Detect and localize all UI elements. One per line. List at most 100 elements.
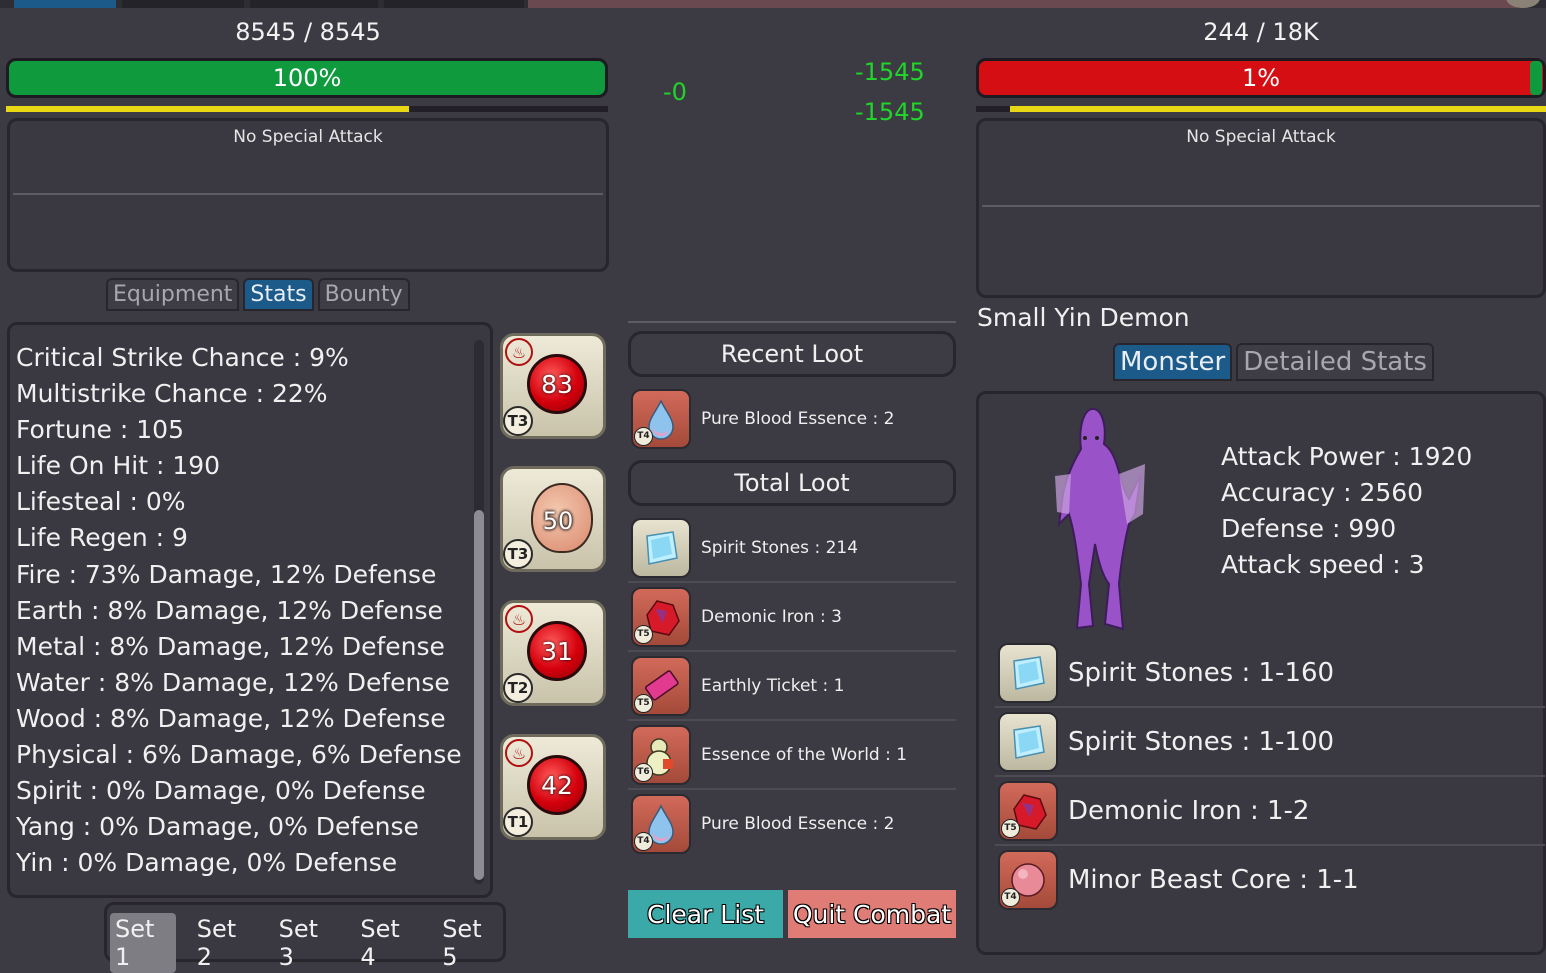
monster-stat-line: Attack Power : 1920: [1221, 442, 1473, 471]
stat-line: Wood : 8% Damage, 12% Defense: [16, 703, 446, 733]
skill-slot[interactable]: 50 T3: [500, 466, 606, 572]
clear-list-button[interactable]: Clear List: [628, 890, 783, 938]
stat-line: Metal : 8% Damage, 12% Defense: [16, 631, 445, 661]
top-tab-4[interactable]: [384, 0, 524, 8]
item-icon-frame[interactable]: T6: [631, 724, 691, 785]
item-icon-frame[interactable]: T5: [631, 586, 691, 647]
set-tab-5[interactable]: Set 5: [437, 913, 503, 973]
stat-line: Critical Strike Chance : 9%: [16, 343, 349, 372]
top-tab-2[interactable]: [122, 0, 244, 8]
skill-slot[interactable]: ♨ 83 T3: [500, 333, 606, 439]
quit-combat-button[interactable]: Quit Combat: [788, 890, 956, 938]
spirit-stone-icon: [1013, 655, 1045, 690]
player-hp-text: 8545 / 8545: [235, 18, 381, 46]
loot-row: T4 Pure Blood Essence : 2: [628, 790, 956, 857]
enemy-energy-fill: [1010, 106, 1546, 112]
monster-stat-line: Defense : 990: [1221, 514, 1397, 543]
item-icon-frame[interactable]: T4: [631, 388, 691, 449]
set-tab-1[interactable]: Set 1: [110, 913, 176, 973]
stats-list: Critical Strike Chance : 9% Multistrike C…: [16, 340, 462, 881]
item-icon-frame[interactable]: T5: [998, 780, 1058, 841]
item-name: Pure Blood Essence : 2: [701, 813, 895, 834]
stats-scroll-thumb[interactable]: [474, 510, 484, 880]
item-name: Essence of the World : 1: [701, 744, 908, 765]
item-name: Demonic Iron : 3: [701, 606, 842, 627]
item-icon-frame[interactable]: [631, 517, 691, 578]
monster-tabs: Monster Detailed Stats: [1113, 343, 1434, 381]
item-tier-badge: T4: [634, 831, 653, 851]
stat-line: Yin : 0% Damage, 0% Defense: [16, 848, 398, 878]
player-energy-bar: [6, 106, 608, 112]
total-loot-header: Total Loot: [628, 460, 956, 506]
item-icon-frame[interactable]: T4: [631, 793, 691, 854]
fire-element-icon: ♨: [505, 739, 533, 767]
loot-row: T4 Pure Blood Essence : 2: [628, 385, 956, 452]
set-tab-4[interactable]: Set 4: [355, 913, 421, 973]
tab-equipment[interactable]: Equipment: [106, 278, 240, 311]
item-name: Pure Blood Essence : 2: [701, 408, 895, 429]
loot-row: T4 Minor Beast Core : 1-1: [995, 846, 1545, 913]
loot-row: T6 Essence of the World : 1: [628, 721, 956, 790]
stats-scrollbar[interactable]: [474, 340, 484, 884]
demon-portrait: [1055, 407, 1145, 631]
item-icon-frame[interactable]: T4: [998, 849, 1058, 910]
enemy-hp-bar: 1%: [976, 58, 1546, 98]
item-icon-frame[interactable]: T5: [631, 655, 691, 716]
player-energy-fill: [6, 106, 410, 112]
enemy-special-divider: [982, 205, 1540, 207]
set-tab-2[interactable]: Set 2: [192, 913, 258, 973]
tab-monster[interactable]: Monster: [1113, 343, 1233, 381]
item-name: Spirit Stones : 1-160: [1068, 657, 1335, 688]
stat-line: Life On Hit : 190: [16, 451, 221, 481]
loot-row: T5 Earthly Ticket : 1: [628, 652, 956, 721]
item-icon-frame[interactable]: [998, 711, 1058, 772]
monster-stat-line: Attack speed : 3: [1221, 550, 1425, 579]
player-damage-number: -0: [663, 78, 687, 106]
stat-line: Physical : 6% Damage, 6% Defense: [16, 740, 462, 770]
skill-slot[interactable]: ♨ 42 T1: [500, 734, 606, 840]
item-icon-frame[interactable]: [998, 642, 1058, 703]
fire-element-icon: ♨: [505, 338, 533, 366]
set-tabs-panel: Set 1 Set 2 Set 3 Set 4 Set 5: [104, 902, 506, 973]
enemy-damage-number-1: -1545: [855, 58, 925, 86]
skill-charge-value: 83: [527, 354, 587, 414]
enemy-special-attack: No Special Attack: [1186, 127, 1336, 147]
top-tab-1[interactable]: [14, 0, 116, 8]
tab-detailed-stats[interactable]: Detailed Stats: [1236, 343, 1434, 381]
tab-bounty[interactable]: Bounty: [317, 278, 410, 311]
stat-line: Earth : 8% Damage, 12% Defense: [16, 595, 443, 625]
item-name: Minor Beast Core : 1-1: [1068, 864, 1359, 895]
recent-loot-header: Recent Loot: [628, 331, 956, 377]
skill-tier-badge: T1: [503, 807, 533, 837]
skill-tier-badge: T2: [503, 673, 533, 703]
spirit-stone-icon: [1013, 724, 1045, 759]
set-tabs: Set 1 Set 2 Set 3 Set 4 Set 5: [110, 913, 503, 973]
stat-line: Water : 8% Damage, 12% Defense: [16, 667, 450, 697]
loot-top-divider: [628, 321, 956, 323]
enemy-hp-percent: 1%: [1241, 64, 1281, 92]
monster-drops: Spirit Stones : 1-160 Spirit Stones : 1-1…: [995, 639, 1545, 913]
skill-charge-value: 42: [527, 755, 587, 815]
tab-stats[interactable]: Stats: [243, 278, 314, 311]
stat-line: Spirit : 0% Damage, 0% Defense: [16, 776, 426, 806]
item-tier-badge: T4: [1001, 887, 1020, 907]
item-tier-badge: T5: [634, 624, 653, 644]
enemy-special-panel: No Special Attack: [976, 118, 1546, 298]
item-tier-badge: T6: [634, 762, 653, 782]
stat-line: Fortune : 105: [16, 415, 184, 445]
monster-name: Small Yin Demon: [977, 303, 1190, 332]
player-hp-bar: 100%: [6, 58, 608, 98]
monster-panel: Attack Power : 1920 Accuracy : 2560 Defens…: [976, 391, 1546, 955]
set-tab-3[interactable]: Set 3: [274, 913, 340, 973]
item-tier-badge: T5: [1001, 818, 1020, 838]
skill-tier-badge: T3: [503, 406, 533, 436]
player-stats-panel: Critical Strike Chance : 9% Multistrike C…: [7, 322, 493, 898]
top-tab-3[interactable]: [250, 0, 378, 8]
enemy-damage-number-2: -1545: [855, 98, 925, 126]
recent-loot-list: T4 Pure Blood Essence : 2: [628, 385, 956, 452]
monster-stat-line: Accuracy : 2560: [1221, 478, 1424, 507]
enemy-hp-sliver: [1530, 61, 1542, 95]
skill-slot[interactable]: ♨ 31 T2: [500, 600, 606, 706]
top-strip-bar: [528, 0, 1518, 8]
player-special-attack: No Special Attack: [233, 127, 383, 147]
